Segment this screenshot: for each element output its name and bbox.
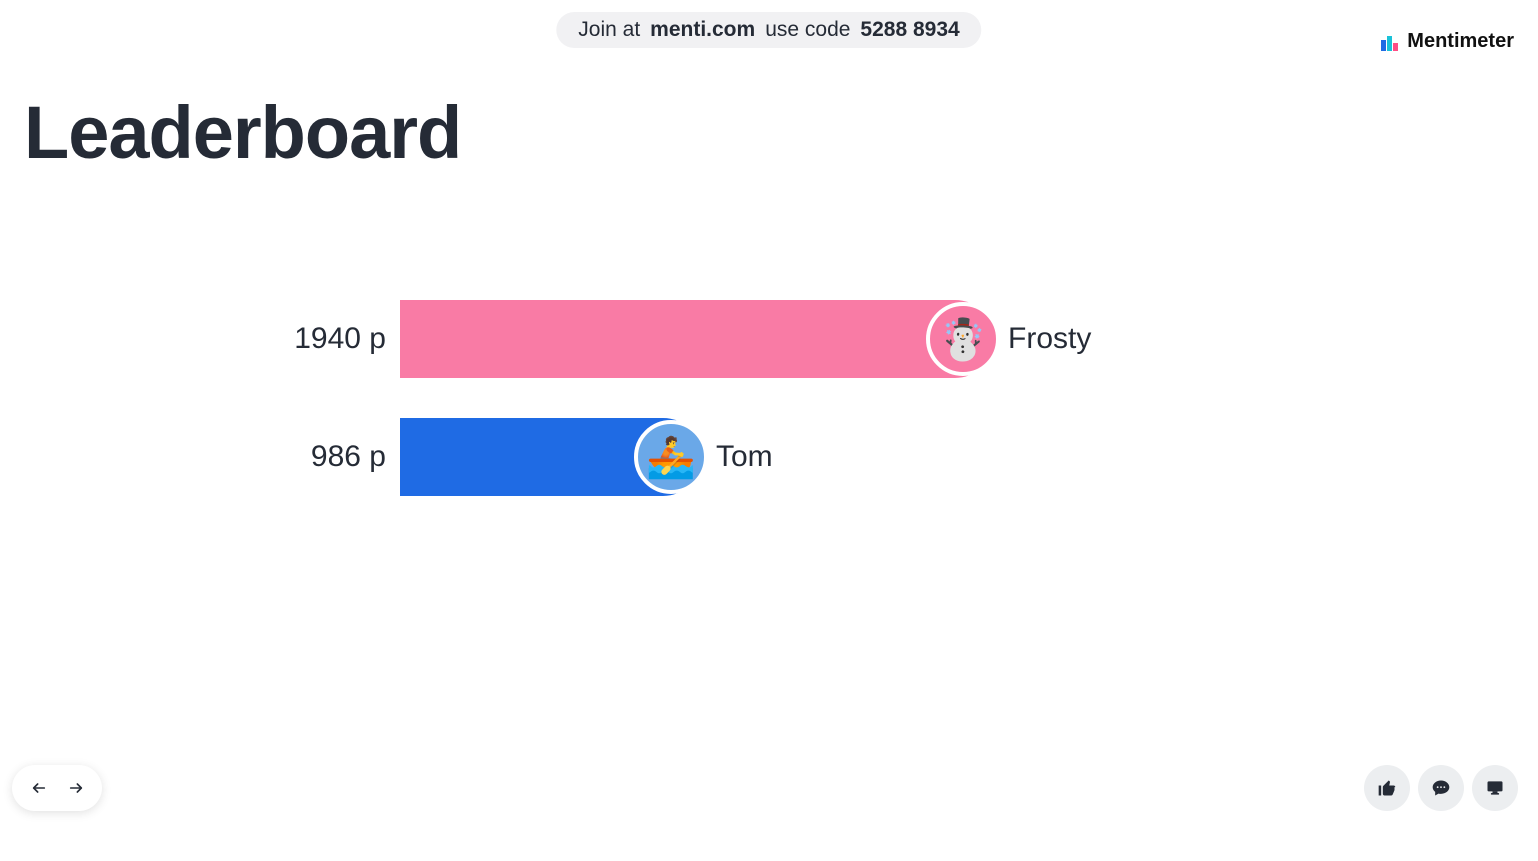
join-prefix: Join at bbox=[578, 18, 640, 42]
presentation-icon bbox=[1485, 778, 1505, 798]
score-label: 986 p bbox=[0, 440, 400, 474]
brand-logo: Mentimeter bbox=[1381, 30, 1514, 53]
player-name: Frosty bbox=[1008, 322, 1091, 356]
thumbs-up-button[interactable] bbox=[1364, 765, 1410, 811]
leaderboard-row: 1940 p ☃️ Frosty bbox=[0, 300, 1538, 378]
player-avatar: ☃️ bbox=[926, 302, 1000, 376]
join-use-code-label: use code bbox=[765, 18, 850, 42]
leaderboard-row: 986 p 🚣 Tom bbox=[0, 418, 1538, 496]
mentimeter-bars-icon bbox=[1381, 33, 1399, 51]
bar-container: ☃️ bbox=[400, 300, 994, 378]
next-slide-button[interactable] bbox=[61, 773, 91, 803]
rowing-icon: 🚣 bbox=[646, 434, 696, 481]
thumbs-up-icon bbox=[1377, 778, 1397, 798]
snowman-icon: ☃️ bbox=[938, 316, 988, 363]
join-site: menti.com bbox=[650, 18, 755, 42]
score-bar bbox=[400, 300, 994, 378]
player-avatar: 🚣 bbox=[634, 420, 708, 494]
bar-container: 🚣 bbox=[400, 418, 702, 496]
page-title: Leaderboard bbox=[24, 90, 461, 175]
present-button[interactable] bbox=[1472, 765, 1518, 811]
join-instructions: Join at menti.com use code 5288 8934 bbox=[556, 12, 981, 48]
leaderboard: 1940 p ☃️ Frosty 986 p 🚣 Tom bbox=[0, 300, 1538, 536]
join-code: 5288 8934 bbox=[860, 18, 959, 42]
player-name: Tom bbox=[716, 440, 773, 474]
score-label: 1940 p bbox=[0, 322, 400, 356]
prev-slide-button[interactable] bbox=[24, 773, 54, 803]
brand-name: Mentimeter bbox=[1407, 30, 1514, 53]
reaction-actions bbox=[1364, 765, 1518, 811]
slide-nav bbox=[12, 765, 102, 811]
speech-bubble-icon bbox=[1431, 778, 1451, 798]
comment-button[interactable] bbox=[1418, 765, 1464, 811]
